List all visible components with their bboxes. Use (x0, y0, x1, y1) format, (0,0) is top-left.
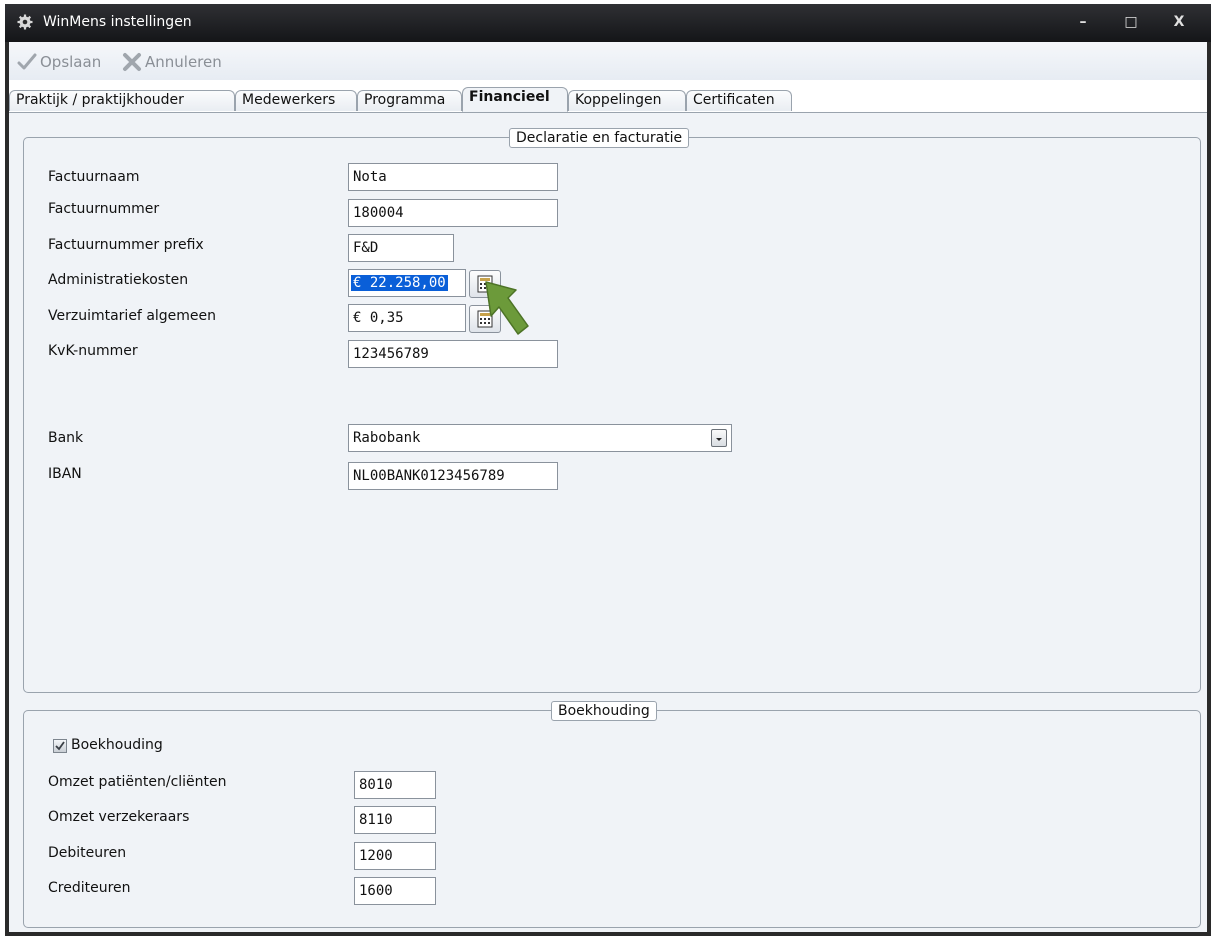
save-label: Opslaan (40, 53, 102, 71)
administratiekosten-value: € 22.258,00 (351, 275, 448, 291)
debiteuren-label: Debiteuren (48, 845, 127, 861)
tab-financieel[interactable]: Financieel (462, 87, 568, 112)
window-title: WinMens instellingen (43, 14, 192, 30)
tab-certificaten[interactable]: Certificaten (686, 90, 792, 111)
kvk-label: KvK-nummer (48, 343, 138, 359)
tab-panel-financieel: Declaratie en facturatie Factuurnaam Not… (9, 113, 1207, 932)
boekhouding-checkbox[interactable] (53, 739, 67, 753)
tab-programma[interactable]: Programma (357, 90, 462, 111)
bank-selected-value: Rabobank (353, 430, 421, 446)
omzet-patienten-label: Omzet patiënten/cliënten (48, 774, 227, 790)
factuurnaam-field[interactable]: Nota (348, 163, 558, 191)
window-client: Opslaan Annuleren Praktijk / praktijkhou… (9, 42, 1207, 932)
cross-icon (123, 53, 141, 71)
green-arrow-icon (485, 281, 529, 335)
boekhouding-legend: Boekhouding (551, 701, 657, 721)
verzuimtarief-label: Verzuimtarief algemeen (48, 308, 217, 324)
tab-medewerkers[interactable]: Medewerkers (235, 90, 357, 111)
omzet-verzekeraars-label: Omzet verzekeraars (48, 809, 190, 825)
verzuimtarief-field[interactable]: € 0,35 (348, 304, 466, 332)
bank-label: Bank (48, 430, 84, 446)
toolbar: Opslaan Annuleren (9, 42, 1207, 80)
kvk-field[interactable]: 123456789 (348, 340, 558, 368)
checkmark-icon (17, 53, 37, 70)
tab-koppelingen[interactable]: Koppelingen (568, 90, 686, 111)
prefix-field[interactable]: F&D (348, 234, 454, 262)
iban-label: IBAN (48, 466, 82, 482)
app-window: WinMens instellingen – □ X Opslaan Annul… (5, 4, 1211, 936)
factuurnummer-label: Factuurnummer (48, 201, 160, 217)
factuurnaam-label: Factuurnaam (48, 169, 140, 185)
cancel-button[interactable]: Annuleren (122, 51, 222, 73)
save-button[interactable]: Opslaan (17, 51, 101, 73)
tab-praktijk[interactable]: Praktijk / praktijkhouder (9, 90, 235, 111)
omzet-verzekeraars-field[interactable]: 8110 (354, 806, 436, 834)
maximize-button[interactable]: □ (1121, 14, 1141, 32)
title-bar: WinMens instellingen – □ X (5, 4, 1211, 42)
chevron-down-icon[interactable] (711, 429, 727, 447)
crediteuren-label: Crediteuren (48, 880, 131, 896)
prefix-label: Factuurnummer prefix (48, 237, 204, 253)
crediteuren-field[interactable]: 1600 (354, 877, 436, 905)
omzet-patienten-field[interactable]: 8010 (354, 771, 436, 799)
iban-field[interactable]: NL00BANK0123456789 (348, 462, 558, 490)
administratiekosten-field[interactable]: € 22.258,00 (348, 269, 466, 297)
factuurnummer-field[interactable]: 180004 (348, 199, 558, 227)
cancel-label: Annuleren (145, 53, 222, 71)
boekhouding-group: Boekhouding Boekhouding Omzet patiënten/… (23, 701, 1201, 928)
minimize-button[interactable]: – (1073, 14, 1093, 32)
checkmark-icon (55, 741, 65, 751)
boekhouding-checkbox-label: Boekhouding (71, 737, 163, 753)
administratiekosten-label: Administratiekosten (48, 272, 189, 288)
gear-icon (17, 14, 33, 30)
declaratie-group: Declaratie en facturatie Factuurnaam Not… (23, 128, 1201, 693)
debiteuren-field[interactable]: 1200 (354, 842, 436, 870)
bank-dropdown[interactable]: Rabobank (348, 424, 732, 452)
declaratie-legend: Declaratie en facturatie (509, 128, 690, 148)
tab-bar: Praktijk / praktijkhouder Medewerkers Pr… (9, 80, 1207, 113)
close-button[interactable]: X (1169, 14, 1189, 32)
